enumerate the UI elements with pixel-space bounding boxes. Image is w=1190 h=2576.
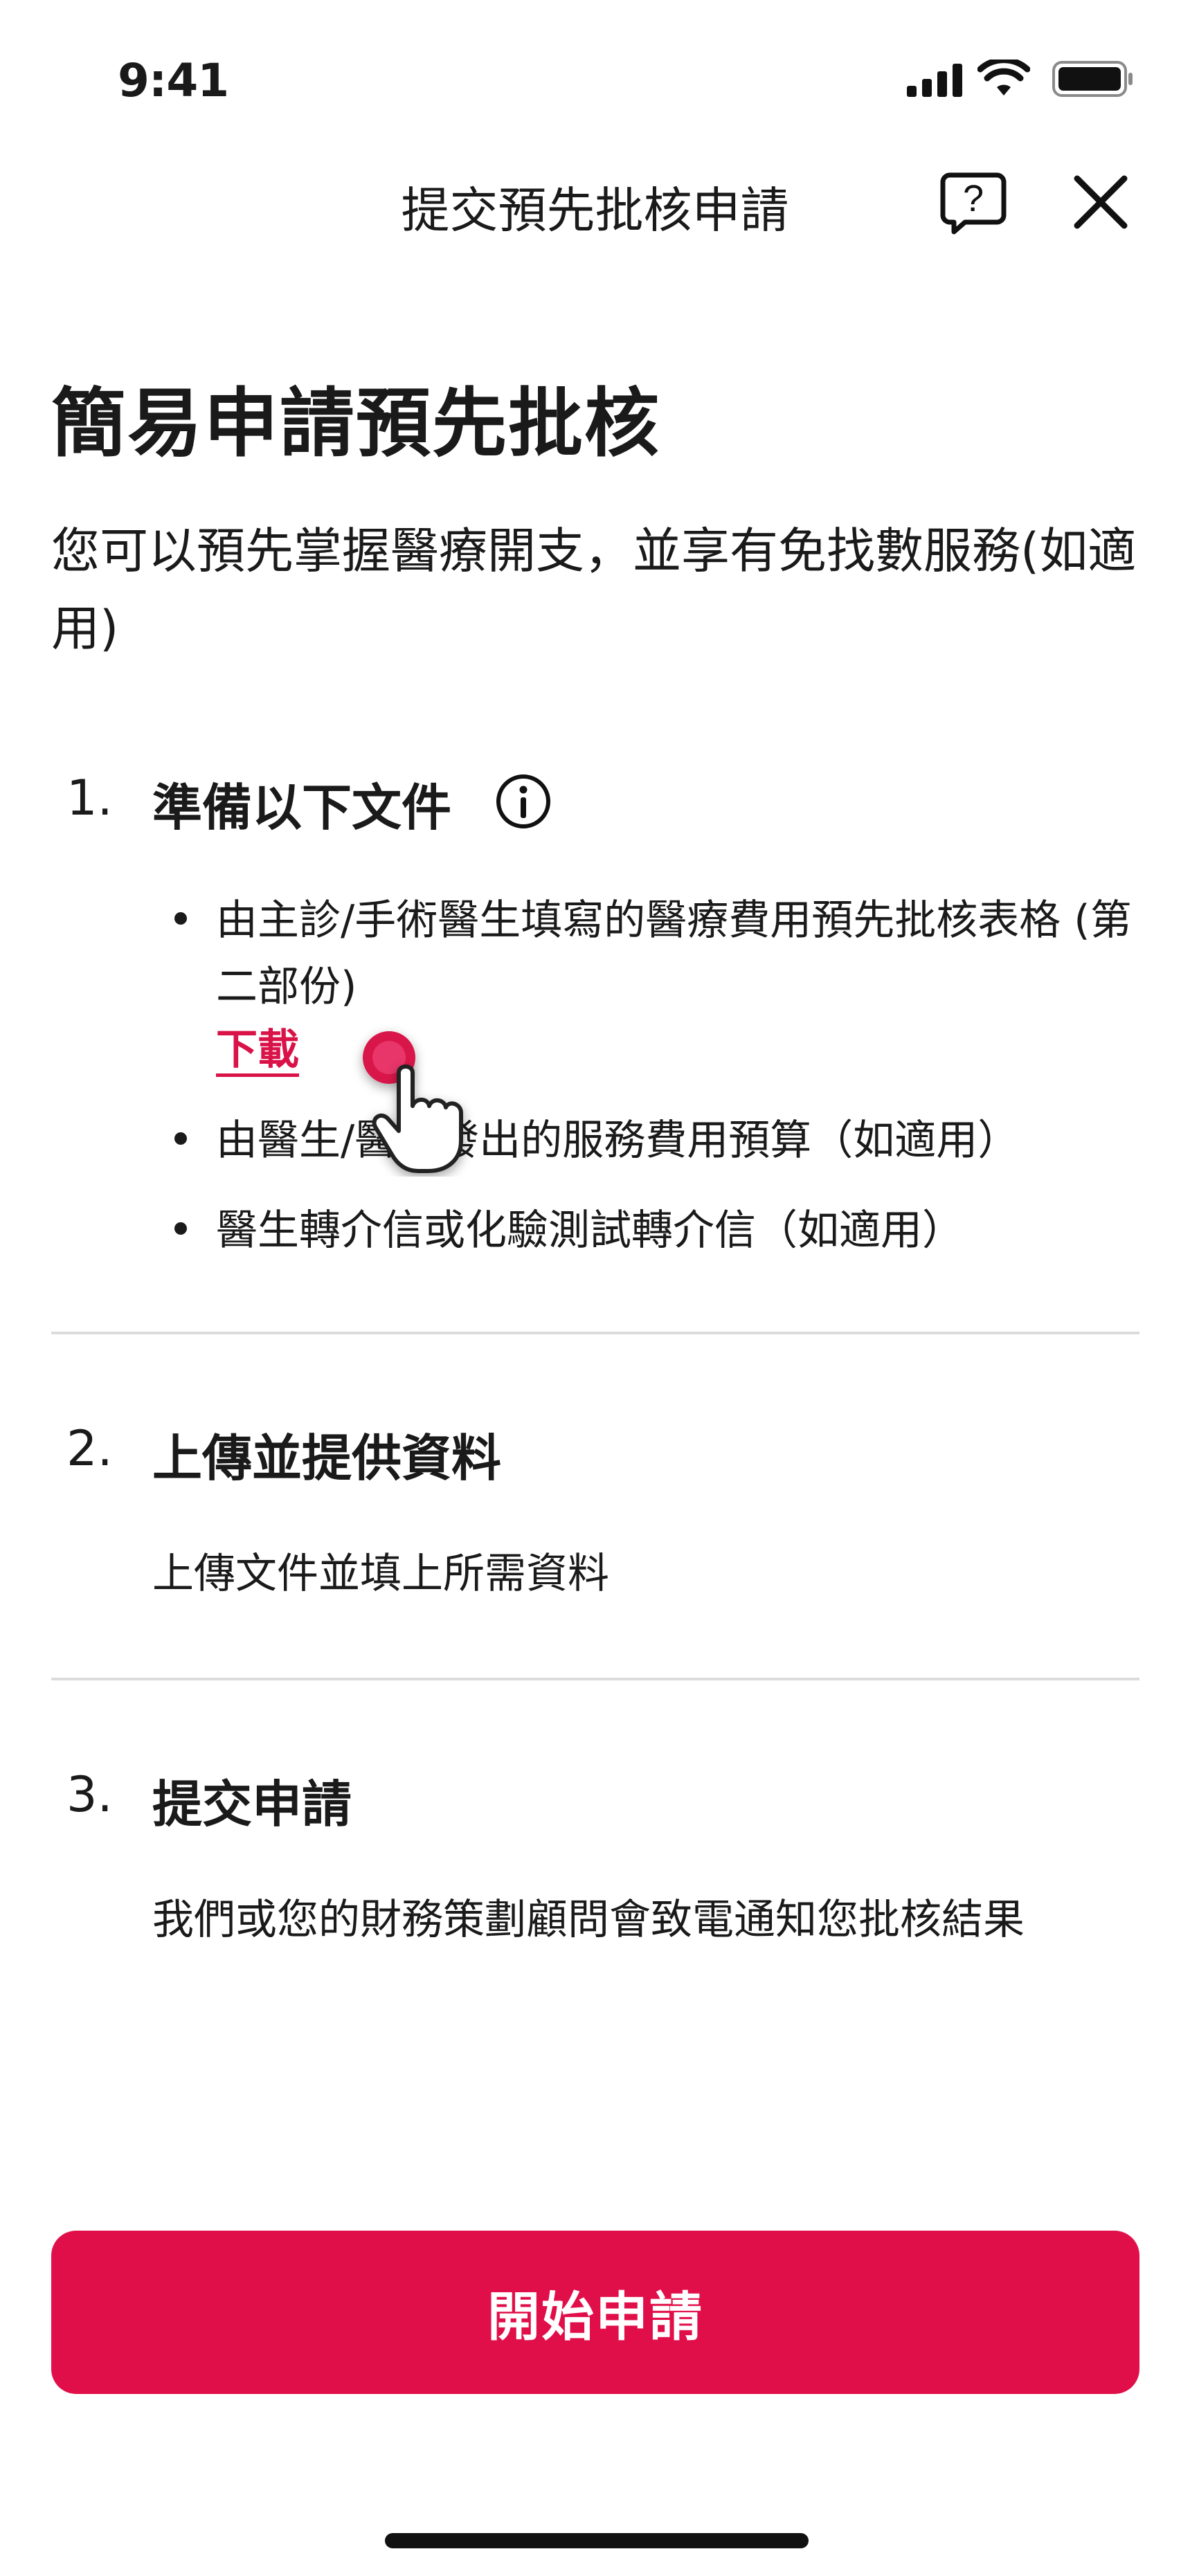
start-application-button[interactable]: 開始申請 xyxy=(51,2231,1139,2394)
help-icon[interactable]: ? xyxy=(940,170,1007,236)
step-2-title: 上傳並提供資料 xyxy=(152,1429,502,1487)
header-title: 提交預先批核申請 xyxy=(401,182,789,239)
bullet-dot xyxy=(174,1222,187,1235)
bullet-dot xyxy=(174,1132,187,1145)
step-3-number: 3. xyxy=(66,1766,113,1823)
home-indicator[interactable] xyxy=(385,2533,809,2548)
document-item-1: 由主診/手術醫生填寫的醫療費用預先批核表格 (第二部份) xyxy=(216,896,1132,1011)
status-time: 9:41 xyxy=(118,54,229,107)
info-icon[interactable] xyxy=(494,772,552,831)
document-item-3: 醫生轉介信或化驗測試轉介信（如適用） xyxy=(216,1206,964,1255)
step-1-title: 準備以下文件 xyxy=(152,779,452,837)
step-3-description: 我們或您的財務策劃顧問會致電通知您批核結果 xyxy=(152,1896,1025,1944)
close-icon[interactable] xyxy=(1072,173,1130,231)
battery-icon xyxy=(1052,61,1133,97)
download-link[interactable]: 下載 xyxy=(216,1016,299,1076)
cellular-signal-icon xyxy=(907,64,962,97)
page-title: 簡易申請預先批核 xyxy=(51,381,661,467)
wifi-icon xyxy=(977,60,1030,96)
page-description: 您可以預先掌握醫療開支，並享有免找數服務(如適用) xyxy=(51,523,1137,657)
divider xyxy=(51,1678,1139,1680)
step-2-description: 上傳文件並填上所需資料 xyxy=(152,1550,609,1598)
step-2-number: 2. xyxy=(66,1420,113,1477)
bullet-dot xyxy=(174,912,187,925)
svg-text:?: ? xyxy=(963,178,984,219)
step-1-number: 1. xyxy=(66,770,113,826)
step-3-title: 提交申請 xyxy=(152,1775,352,1833)
divider xyxy=(51,1332,1139,1334)
tap-cursor-icon xyxy=(363,1031,463,1173)
